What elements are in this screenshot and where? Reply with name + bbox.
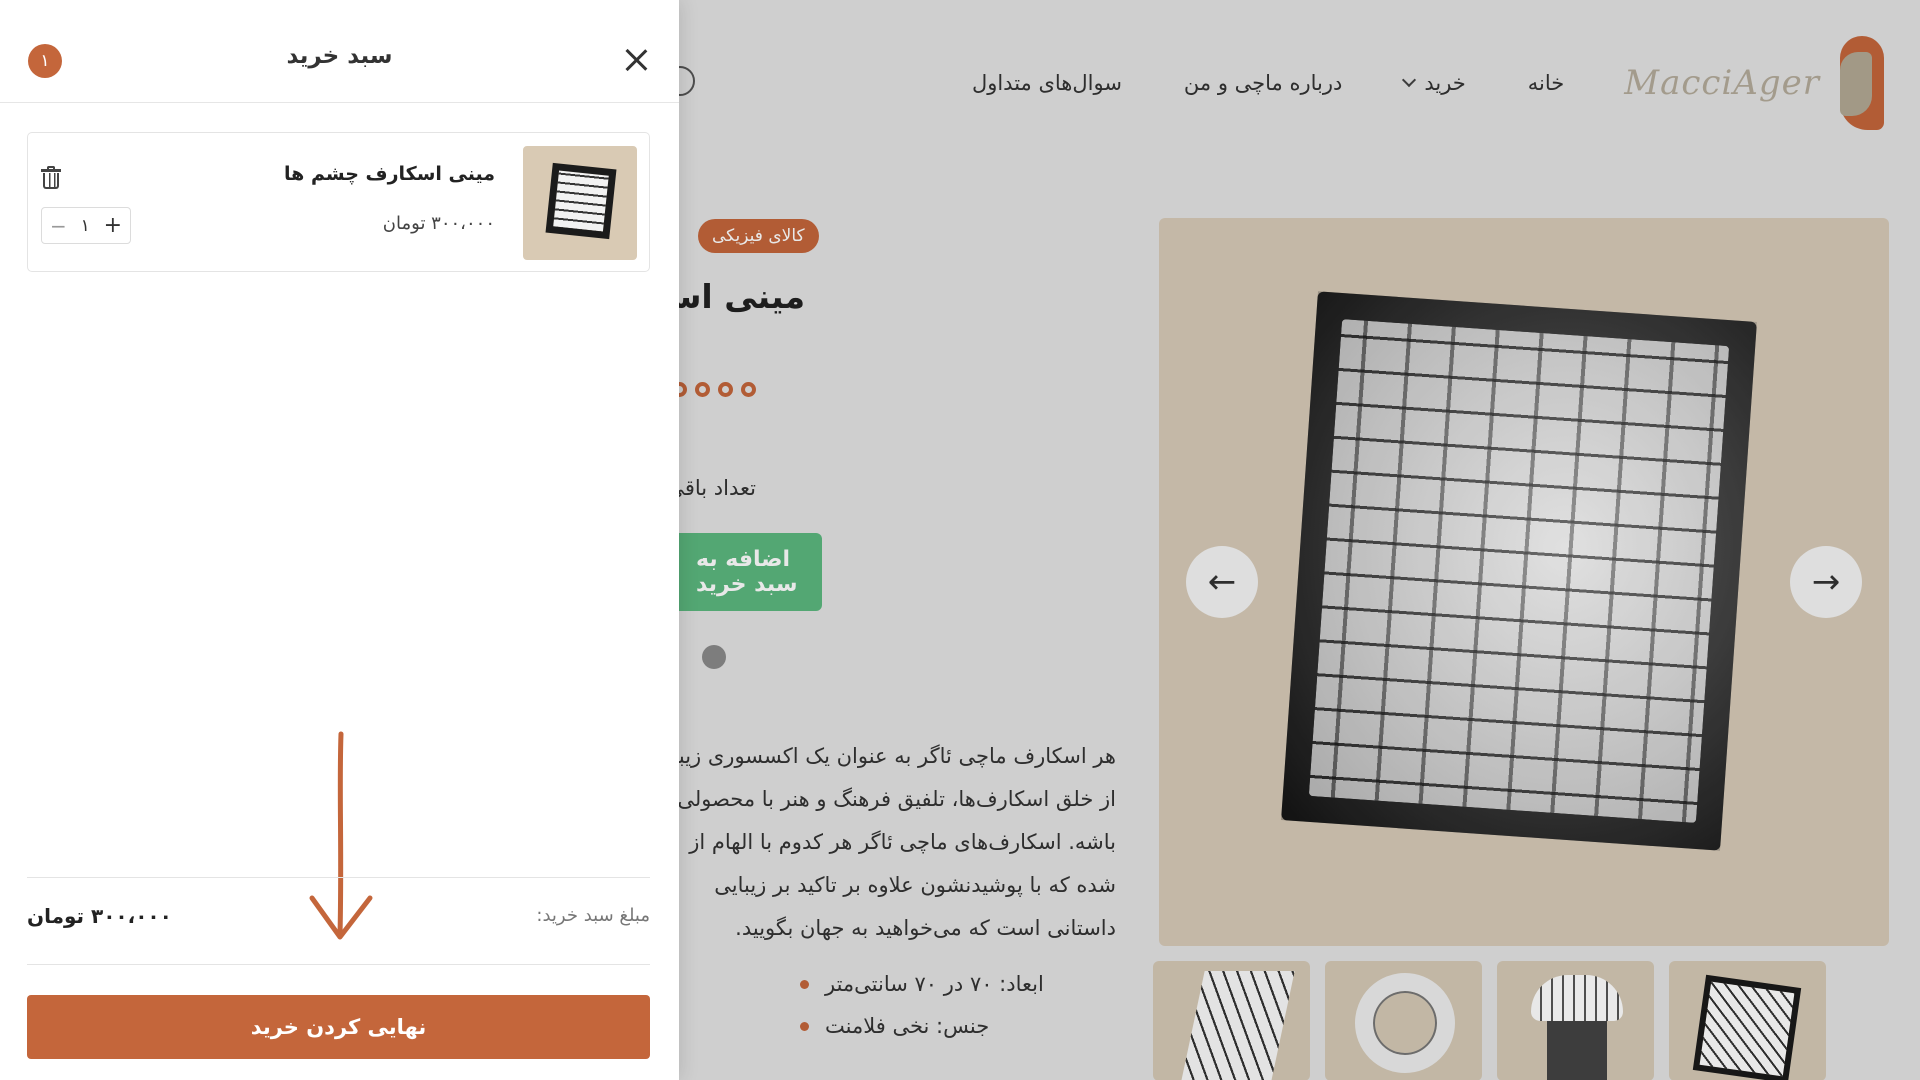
cart-title: سبد خرید [286,43,393,69]
quantity-value[interactable]: ۱ [81,216,90,236]
trash-icon[interactable] [40,166,62,190]
increase-button[interactable]: + [104,213,122,238]
cart-item: مینی اسکارف چشم ها ۳۰۰،۰۰۰ تومان − ۱ + [27,132,650,272]
divider [27,964,650,965]
cart-item-thumbnail[interactable] [523,146,637,260]
close-icon[interactable] [620,44,652,76]
cart-item-price: ۳۰۰،۰۰۰ تومان [382,213,495,234]
cart-total-label: مبلغ سبد خرید: [536,905,650,926]
divider [27,877,650,878]
cart-total-value: ۳۰۰،۰۰۰ تومان [27,904,172,928]
quantity-stepper: − ۱ + [41,207,131,244]
cart-item-name[interactable]: مینی اسکارف چشم ها [284,163,495,185]
annotation-arrow-icon [309,731,373,940]
checkout-button[interactable]: نهایی کردن خرید [27,995,650,1059]
decrease-button[interactable]: − [50,214,67,238]
cart-header: ۱ سبد خرید [0,0,679,103]
cart-drawer: ۱ سبد خرید مینی اسکارف چشم ها ۳۰۰،۰۰۰ تو… [0,0,679,1080]
